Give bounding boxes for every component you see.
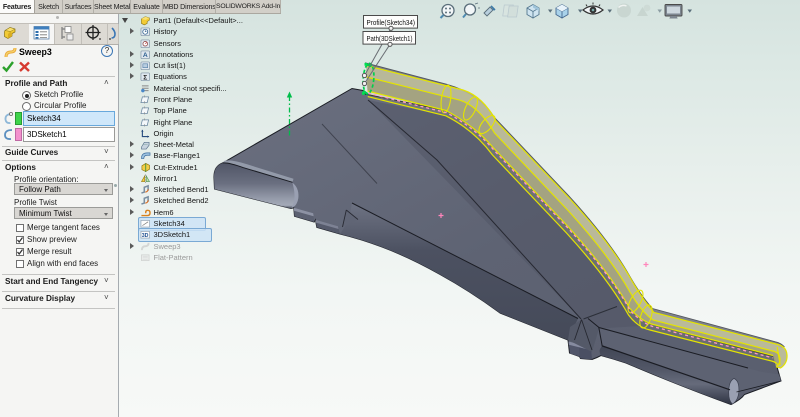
svg-text:3D: 3D — [142, 233, 149, 239]
svg-text:Path(3DSketch1): Path(3DSketch1) — [367, 34, 413, 43]
svg-text:A: A — [143, 52, 148, 59]
svg-text:Profile(Sketch34): Profile(Sketch34) — [367, 18, 416, 27]
svg-text:Σ: Σ — [143, 75, 147, 82]
